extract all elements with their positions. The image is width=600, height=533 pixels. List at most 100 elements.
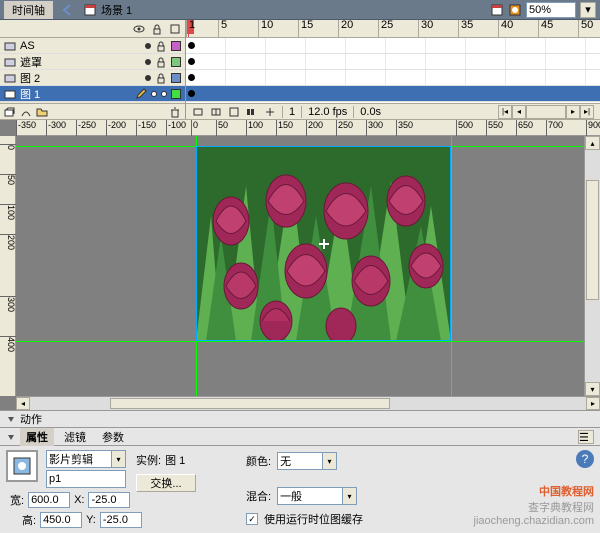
scroll-thumb[interactable]: [526, 105, 566, 119]
delete-layer-icon[interactable]: [169, 106, 181, 118]
timeline-ruler[interactable]: 15101520253035404550: [186, 20, 600, 38]
width-input[interactable]: [28, 492, 70, 508]
modify-onion-markers-icon[interactable]: [264, 106, 276, 118]
instance-name-input[interactable]: [46, 470, 126, 488]
keyframe[interactable]: [188, 74, 195, 81]
x-input[interactable]: [88, 492, 130, 508]
lock-icon[interactable]: [155, 56, 167, 68]
zoom-dropdown-button[interactable]: ▾: [580, 2, 596, 18]
panel-options-icon[interactable]: ☰: [578, 430, 594, 444]
onion-skin-icon[interactable]: [210, 106, 222, 118]
center-frame-icon[interactable]: [192, 106, 204, 118]
hruler-mark: 250: [336, 120, 353, 136]
layer-row[interactable]: 图 1: [0, 86, 185, 102]
scroll-end-icon[interactable]: ▸|: [580, 105, 594, 119]
frame-track[interactable]: [186, 54, 600, 70]
vruler-mark: 300: [0, 296, 16, 312]
scene-label[interactable]: 场景 1: [83, 2, 132, 18]
tab-filters[interactable]: 滤镜: [58, 428, 92, 446]
selection-box[interactable]: [196, 146, 451, 341]
new-motion-guide-icon[interactable]: [20, 106, 32, 118]
timeline-tab[interactable]: 时间轴: [4, 1, 53, 19]
ruler-mark: 1: [186, 20, 195, 38]
scroll-right-icon[interactable]: ▸: [566, 105, 580, 119]
hruler-mark: 300: [366, 120, 383, 136]
symbol-type-dropdown[interactable]: 影片剪辑▾: [46, 450, 126, 468]
ruler-mark: 30: [418, 20, 433, 38]
hruler-mark: 700: [546, 120, 563, 136]
ruler-mark: 15: [298, 20, 313, 38]
actions-panel-header[interactable]: 动作: [0, 410, 600, 428]
show-hide-icon[interactable]: [133, 23, 145, 35]
edit-multiple-frames-icon[interactable]: [246, 106, 258, 118]
edit-scene-icon[interactable]: [490, 3, 504, 17]
canvas[interactable]: [16, 136, 584, 396]
back-arrow-icon[interactable]: [61, 3, 75, 17]
scroll-right-icon[interactable]: ▸: [586, 397, 600, 410]
visibility-dot[interactable]: [151, 91, 157, 97]
layer-type-icon: [4, 40, 16, 52]
outline-all-icon[interactable]: [169, 23, 181, 35]
layer-row[interactable]: 遮罩: [0, 54, 185, 70]
scrollbar-thumb[interactable]: [586, 180, 599, 300]
scrollbar-thumb[interactable]: [110, 398, 390, 409]
layer-row[interactable]: 图 2: [0, 70, 185, 86]
scroll-up-icon[interactable]: ▴: [585, 136, 600, 150]
vertical-scrollbar[interactable]: ▴ ▾: [584, 136, 600, 396]
chevron-down-icon: ▾: [111, 451, 125, 467]
keyframe[interactable]: [188, 42, 195, 49]
hruler-mark: -150: [136, 120, 156, 136]
outline-color-swatch[interactable]: [171, 41, 181, 51]
horizontal-ruler[interactable]: -350-300-250-200-150-1000501001502002503…: [16, 120, 600, 136]
color-effect-dropdown[interactable]: 无▾: [277, 452, 337, 470]
onion-skin-outlines-icon[interactable]: [228, 106, 240, 118]
y-label: Y:: [86, 514, 96, 526]
new-folder-icon[interactable]: [36, 106, 48, 118]
registration-point-icon[interactable]: [319, 239, 329, 249]
lock-icon[interactable]: [155, 72, 167, 84]
tab-parameters[interactable]: 参数: [96, 428, 130, 446]
scroll-down-icon[interactable]: ▾: [585, 382, 600, 396]
height-input[interactable]: [40, 512, 82, 528]
guide-vertical[interactable]: [451, 136, 452, 396]
keyframe[interactable]: [188, 58, 195, 65]
guide-horizontal[interactable]: [16, 341, 584, 342]
vruler-mark: 200: [0, 234, 16, 250]
hruler-mark: 550: [486, 120, 503, 136]
visibility-dot[interactable]: [145, 59, 151, 65]
vertical-ruler[interactable]: 050100200300400: [0, 136, 16, 396]
blend-mode-dropdown[interactable]: 一般▾: [277, 487, 357, 505]
lock-all-icon[interactable]: [151, 23, 163, 35]
lock-icon[interactable]: [155, 40, 167, 52]
new-layer-icon[interactable]: [4, 106, 16, 118]
swap-button[interactable]: 交换...: [136, 474, 196, 492]
tab-properties[interactable]: 属性: [20, 428, 54, 446]
frame-track[interactable]: [186, 86, 600, 102]
vruler-mark: 50: [0, 174, 16, 185]
frame-track[interactable]: [186, 38, 600, 54]
edit-symbol-icon[interactable]: [508, 3, 522, 17]
zoom-input[interactable]: [526, 2, 576, 18]
keyframe[interactable]: [188, 90, 195, 97]
visibility-dot[interactable]: [145, 75, 151, 81]
horizontal-scrollbar[interactable]: ◂ ▸: [16, 396, 600, 410]
frames-grid[interactable]: [186, 38, 600, 103]
ruler-mark: 45: [538, 20, 553, 38]
lock-dot[interactable]: [161, 91, 167, 97]
collapse-arrow-icon[interactable]: [6, 414, 16, 424]
visibility-dot[interactable]: [145, 43, 151, 49]
collapse-arrow-icon[interactable]: [6, 432, 16, 442]
outline-color-swatch[interactable]: [171, 57, 181, 67]
timeline-scrollbar[interactable]: |◂ ◂ ▸ ▸|: [498, 105, 594, 119]
frame-track[interactable]: [186, 70, 600, 86]
info-icon[interactable]: ?: [576, 450, 594, 468]
cache-bitmap-checkbox[interactable]: ✓: [246, 513, 258, 525]
scroll-left-icon[interactable]: ◂: [16, 397, 30, 410]
outline-color-swatch[interactable]: [171, 73, 181, 83]
hruler-mark: 650: [516, 120, 533, 136]
layer-row[interactable]: AS: [0, 38, 185, 54]
chevron-down-icon: ▾: [322, 453, 336, 469]
outline-color-swatch[interactable]: [171, 89, 181, 99]
scroll-start-icon[interactable]: |◂: [498, 105, 512, 119]
scroll-left-icon[interactable]: ◂: [512, 105, 526, 119]
